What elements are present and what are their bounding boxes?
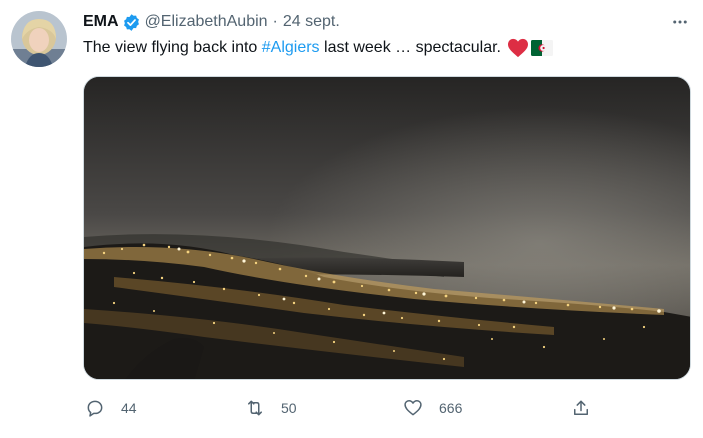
tweet-header: EMA @ElizabethAubin · 24 sept. (83, 12, 340, 32)
emoji-group (507, 38, 553, 58)
share-button[interactable] (569, 392, 593, 424)
avatar-image (11, 11, 67, 67)
like-count: 666 (439, 400, 463, 416)
reply-count: 44 (121, 400, 137, 416)
tweet-photo[interactable] (83, 76, 691, 380)
verified-badge-icon (122, 13, 141, 32)
tweet-text-prefix: The view flying back into (83, 39, 262, 56)
more-dots-icon (673, 20, 687, 24)
display-name[interactable]: EMA (83, 13, 119, 31)
tweet-text: The view flying back into #Algiers last … (83, 37, 553, 59)
tweet-actions: 44 50 666 (83, 392, 603, 424)
heart-outline-icon (401, 396, 425, 420)
like-button[interactable]: 666 (401, 392, 462, 424)
retweet-button[interactable]: 50 (243, 392, 297, 424)
red-heart-icon (507, 38, 528, 58)
aerial-night-city-photo (84, 77, 690, 379)
share-icon (569, 396, 593, 420)
reply-button[interactable]: 44 (83, 392, 137, 424)
tweet-text-suffix: last week … spectacular. (319, 39, 501, 56)
hashtag-link[interactable]: #Algiers (262, 37, 320, 59)
tweet: EMA @ElizabethAubin · 24 sept. The view … (0, 0, 703, 438)
retweet-count: 50 (281, 400, 297, 416)
separator: · (272, 13, 278, 30)
reply-icon (83, 396, 107, 420)
algeria-flag-icon (530, 40, 553, 56)
more-options-button[interactable] (668, 10, 692, 34)
avatar[interactable] (11, 11, 67, 67)
user-handle[interactable]: @ElizabethAubin (145, 13, 268, 31)
tweet-date[interactable]: 24 sept. (283, 13, 340, 31)
retweet-icon (243, 396, 267, 420)
